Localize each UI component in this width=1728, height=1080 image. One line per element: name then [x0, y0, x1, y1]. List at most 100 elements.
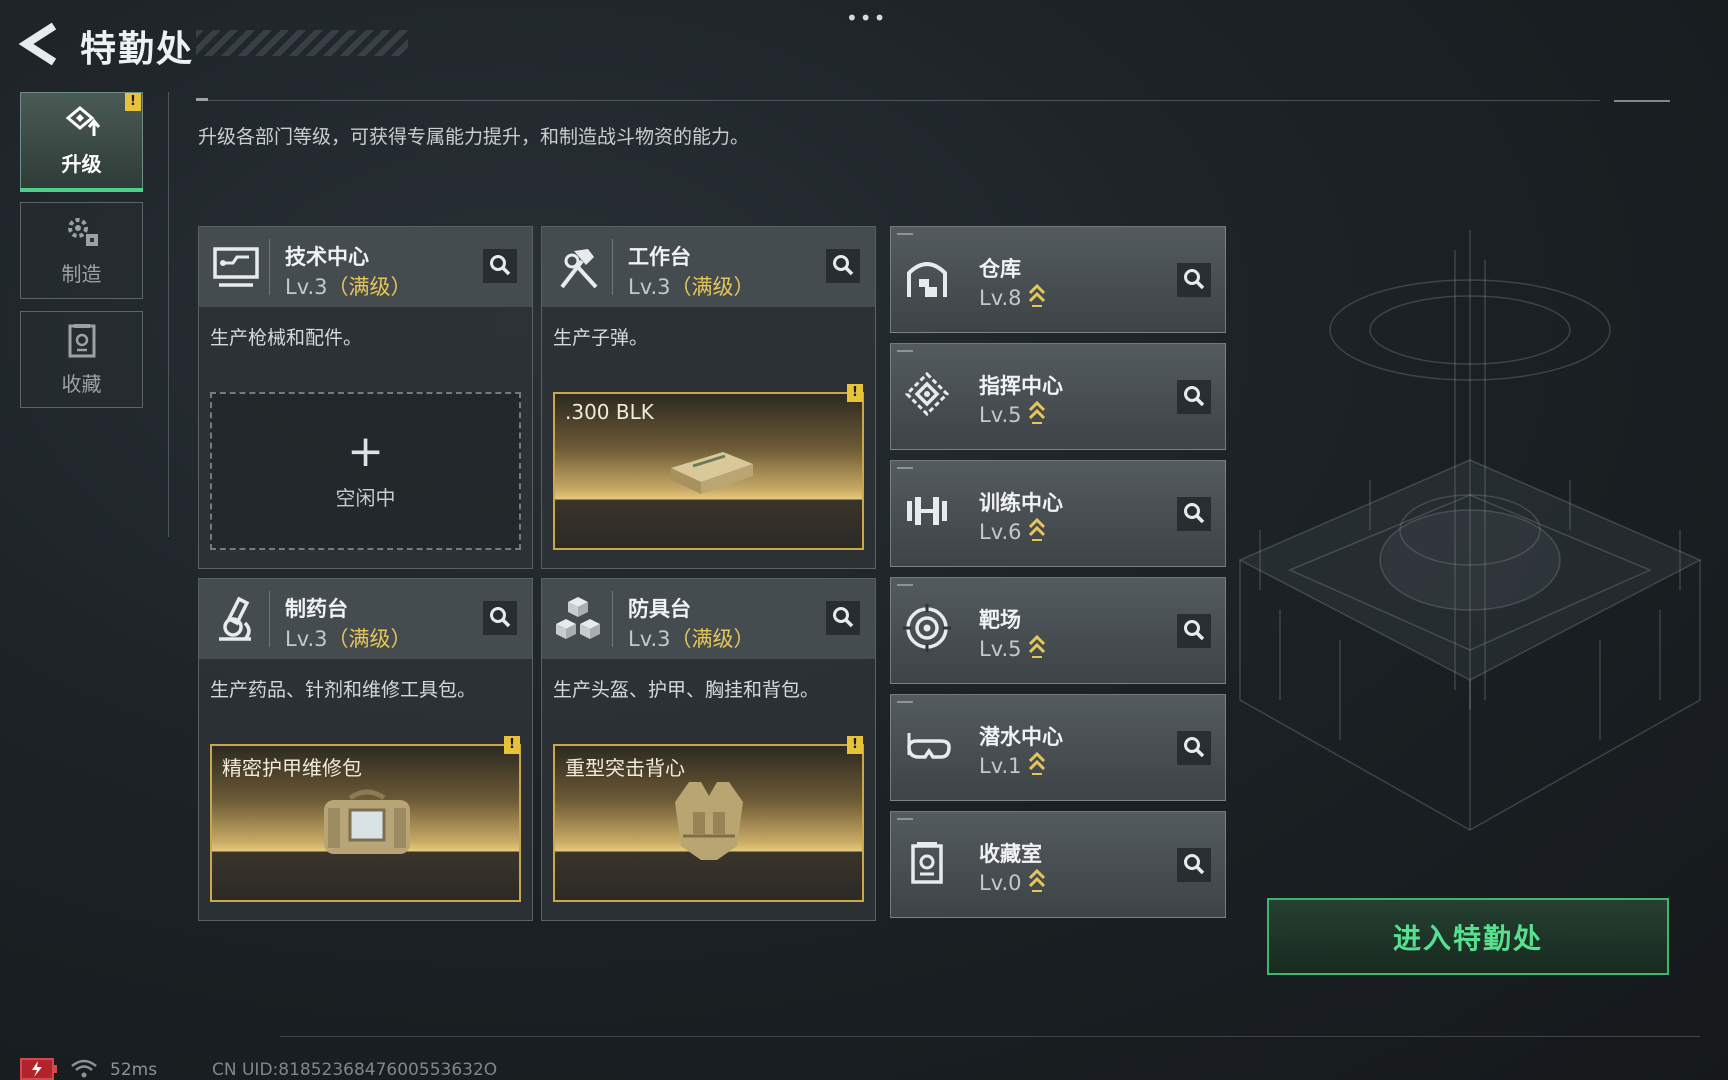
building-card-diving-center[interactable]: 潜水中心 Lv.1	[890, 694, 1226, 801]
inspect-button[interactable]	[1177, 497, 1211, 531]
building-card-training-center[interactable]: 训练中心 Lv.6	[890, 460, 1226, 567]
facility-description: 生产子弹。	[553, 327, 649, 349]
facility-description: 生产头盔、护甲、胸挂和背包。	[553, 679, 820, 701]
dumbbell-icon	[907, 497, 947, 525]
facility-card-tech-center[interactable]: 技术中心 Lv.3（满级） 生产枪械和配件。 + 空闲中	[198, 226, 533, 569]
gears-icon	[67, 218, 98, 246]
sidebar-item-label: 收藏	[61, 372, 102, 396]
divider-tick-right	[1614, 100, 1670, 102]
card-corner-mark	[897, 467, 913, 469]
page-subtitle: 升级各部门等级，可获得专属能力提升，和制造战斗物资的能力。	[198, 126, 750, 148]
facility-level: Lv.3（满级）	[628, 275, 755, 299]
card-header: 技术中心 Lv.3（满级）	[199, 227, 532, 307]
building-level: Lv.8	[979, 283, 1046, 310]
facility-name: 技术中心	[285, 245, 369, 269]
alert-badge: !	[504, 736, 520, 754]
diving-mask-icon	[907, 733, 951, 759]
repair-kit-bag-icon	[324, 789, 410, 854]
inspect-button[interactable]	[483, 601, 517, 635]
divider-tick	[196, 98, 208, 101]
upgrade-available-icon	[1028, 283, 1045, 307]
production-slot-vest[interactable]: 重型突击背心 !	[553, 736, 864, 902]
card-header: 制药台 Lv.3（满级）	[199, 579, 532, 659]
max-level-tag: （满级）	[670, 275, 755, 299]
sidebar-divider	[168, 92, 169, 537]
page-title: 特勤处	[80, 29, 195, 70]
inspect-button[interactable]	[1177, 263, 1211, 297]
collection-icon	[68, 324, 95, 358]
production-slot-ammo[interactable]: .300 BLK !	[553, 384, 864, 550]
inspect-button[interactable]	[1177, 731, 1211, 765]
search-icon	[1184, 269, 1205, 290]
facility-card-pharmacy[interactable]: 制药台 Lv.3（满级） 生产药品、针剂和维修工具包。 精密护甲维修包 !	[198, 578, 533, 921]
microscope-icon	[219, 596, 251, 641]
upgrade-available-icon	[1028, 751, 1045, 775]
alert-badge: !	[125, 93, 141, 111]
header-separator	[269, 591, 270, 647]
more-options-icon[interactable]: •••	[846, 6, 887, 30]
facility-name: 防具台	[628, 597, 691, 621]
building-level: Lv.5	[979, 400, 1046, 427]
tactical-vest-icon	[675, 782, 743, 860]
facility-name: 工作台	[628, 245, 691, 269]
card-header: 工作台 Lv.3（满级）	[542, 227, 875, 307]
facility-name: 制药台	[285, 597, 348, 621]
search-icon	[1184, 620, 1205, 641]
inspect-button[interactable]	[1177, 848, 1211, 882]
header-divider	[196, 100, 1600, 101]
card-corner-mark	[897, 233, 913, 235]
card-corner-mark	[897, 818, 913, 820]
facility-card-workbench[interactable]: 工作台 Lv.3（满级） 生产子弹。 .300 BLK !	[541, 226, 876, 569]
back-button[interactable]	[18, 20, 62, 68]
cubes-icon	[556, 597, 600, 639]
inspect-button[interactable]	[1177, 380, 1211, 414]
card-corner-mark	[897, 584, 913, 586]
upgrade-available-icon	[1028, 400, 1045, 424]
facility-level: Lv.3（满级）	[285, 627, 412, 651]
building-level: Lv.5	[979, 634, 1046, 661]
building-card-command-center[interactable]: 指挥中心 Lv.5	[890, 343, 1226, 450]
warehouse-icon	[907, 262, 947, 297]
inspect-button[interactable]	[826, 601, 860, 635]
alert-badge: !	[847, 736, 863, 754]
upgrade-available-icon	[1028, 868, 1045, 892]
production-slot-repair-kit[interactable]: 精密护甲维修包 !	[210, 736, 521, 902]
building-card-shooting-range[interactable]: 靶场 Lv.5	[890, 577, 1226, 684]
header-separator	[612, 591, 613, 647]
building-level: Lv.6	[979, 517, 1046, 544]
search-icon	[1184, 503, 1205, 524]
enter-special-ops-button[interactable]: 进入特勤处	[1267, 898, 1669, 975]
building-name: 潜水中心	[979, 725, 1063, 749]
idle-production-slot[interactable]: + 空闲中	[210, 392, 521, 550]
sidebar-tab-upgrade[interactable]: 升级 !	[20, 92, 143, 192]
alert-badge: !	[847, 384, 863, 402]
active-tab-indicator	[20, 188, 143, 192]
ammo-box-icon	[671, 452, 753, 494]
card-corner-mark	[897, 701, 913, 703]
header-separator	[612, 239, 613, 295]
target-icon	[903, 604, 951, 652]
search-icon	[1184, 737, 1205, 758]
inspect-button[interactable]	[826, 249, 860, 283]
upgrade-icon	[65, 106, 100, 136]
building-card-collection-room[interactable]: 收藏室 Lv.0	[890, 811, 1226, 918]
facility-card-armor-bench[interactable]: 防具台 Lv.3（满级） 生产头盔、护甲、胸挂和背包。 重型突击背心 !	[541, 578, 876, 921]
user-uid: CN UID:8185236847600553632O	[212, 1060, 498, 1080]
building-name: 收藏室	[979, 842, 1042, 866]
base-building-artwork	[1238, 230, 1702, 831]
search-icon	[833, 607, 854, 628]
search-icon	[490, 607, 511, 628]
inspect-button[interactable]	[483, 249, 517, 283]
building-card-warehouse[interactable]: 仓库 Lv.8	[890, 226, 1226, 333]
header-separator	[269, 239, 270, 295]
back-arrow-icon	[18, 22, 57, 66]
card-corner-mark	[897, 350, 913, 352]
upgrade-available-icon	[1028, 634, 1045, 658]
sidebar-tab-craft[interactable]: 制造	[20, 202, 143, 299]
search-icon	[1184, 386, 1205, 407]
inspect-button[interactable]	[1177, 614, 1211, 648]
idle-label: 空闲中	[335, 485, 396, 510]
sidebar-tab-collection[interactable]: 收藏	[20, 311, 143, 408]
hammer-wrench-icon	[560, 249, 598, 289]
sidebar-item-label: 制造	[61, 262, 102, 286]
